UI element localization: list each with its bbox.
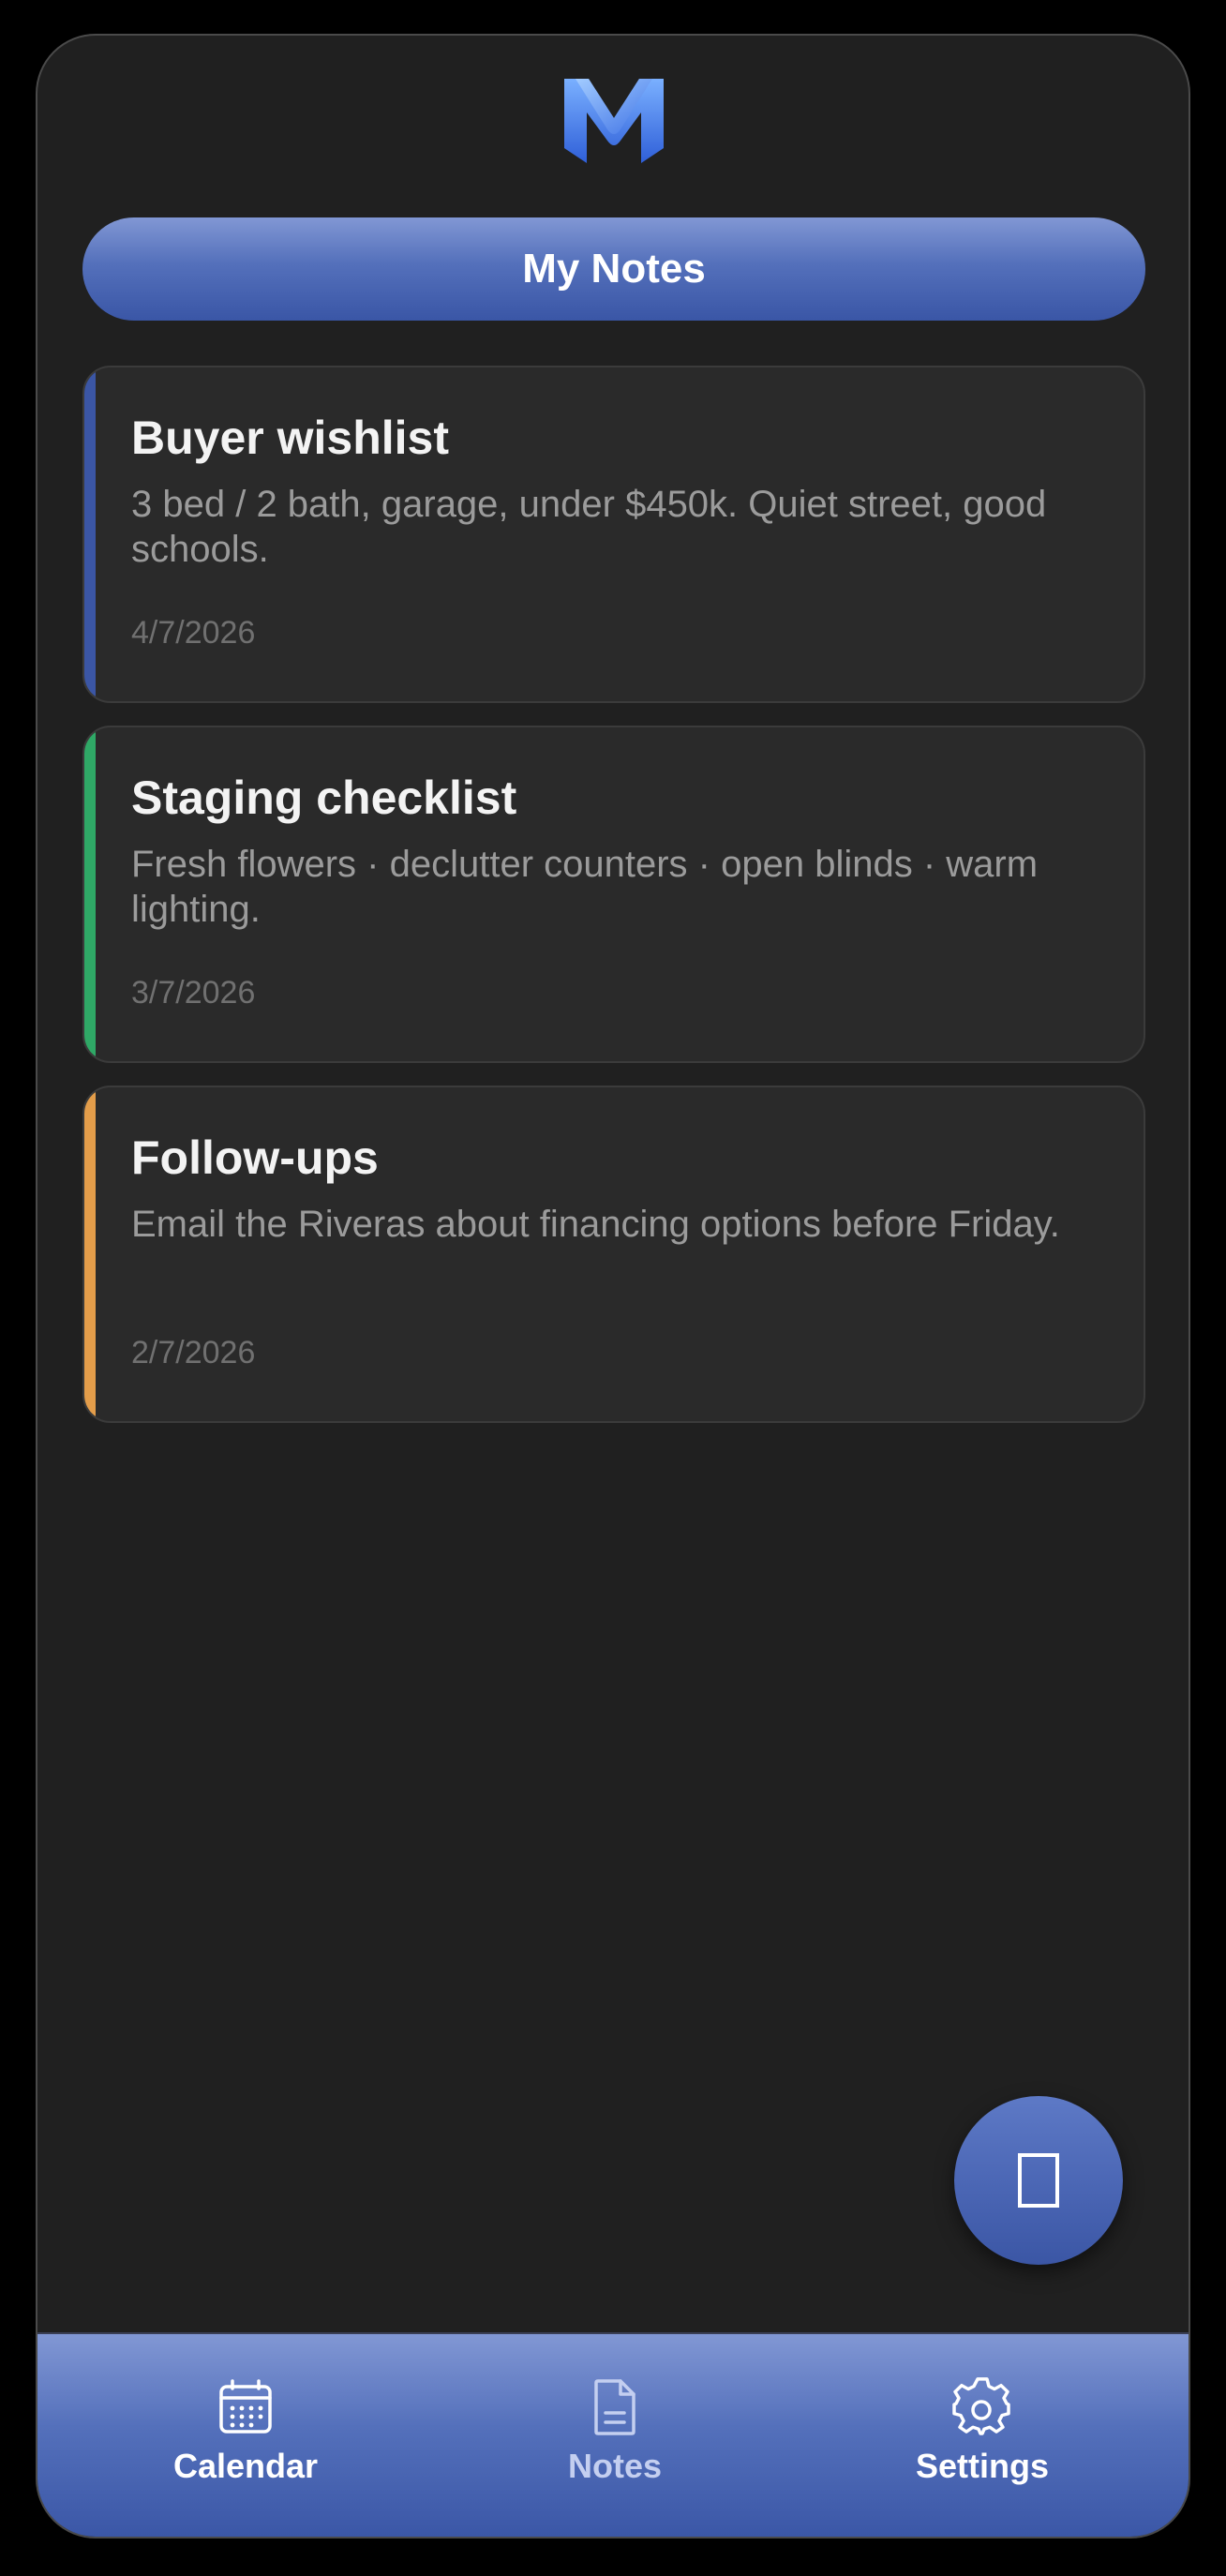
- note-preview: Email the Riveras about financing option…: [131, 1204, 1060, 1245]
- nav-item-notes[interactable]: Notes: [474, 2377, 755, 2486]
- note-preview: Fresh flowers · declutter counters · ope…: [131, 844, 1039, 930]
- nav-item-calendar[interactable]: Calendar: [105, 2377, 386, 2486]
- m-logo-icon: [564, 79, 664, 163]
- note-accent-bar: [84, 367, 96, 701]
- note-date: 4/7/2026: [131, 615, 256, 651]
- note-date: 2/7/2026: [131, 1335, 256, 1370]
- document-icon: [594, 2379, 635, 2435]
- note-title: Buyer wishlist: [131, 412, 449, 464]
- app-screen: My Notes Buyer wishlist 3 bed / 2 bath, …: [36, 34, 1190, 2539]
- note-date: 3/7/2026: [131, 975, 256, 1011]
- note-accent-bar: [84, 1087, 96, 1421]
- nav-label-calendar: Calendar: [172, 2447, 319, 2485]
- nav-item-settings[interactable]: Settings: [842, 2377, 1123, 2486]
- notes-list: Buyer wishlist 3 bed / 2 bath, garage, u…: [82, 366, 1145, 1445]
- new-note-icon: [1018, 2153, 1059, 2208]
- gear-icon: [952, 2377, 1010, 2435]
- bottom-nav: Calendar Notes Settings: [37, 2332, 1189, 2537]
- note-card[interactable]: Staging checklist Fresh flowers · declut…: [82, 726, 1145, 1063]
- nav-label-notes: Notes: [567, 2447, 663, 2485]
- note-card[interactable]: Follow-ups Email the Riveras about finan…: [82, 1086, 1145, 1423]
- note-preview: 3 bed / 2 bath, garage, under $450k. Qui…: [131, 484, 1047, 570]
- note-accent-bar: [84, 727, 96, 1061]
- note-title: Follow-ups: [131, 1131, 379, 1184]
- calendar-icon: [219, 2379, 272, 2434]
- add-note-button[interactable]: [954, 2096, 1123, 2265]
- page-title: My Notes: [82, 217, 1145, 321]
- note-card[interactable]: Buyer wishlist 3 bed / 2 bath, garage, u…: [82, 366, 1145, 703]
- note-title: Staging checklist: [131, 771, 517, 824]
- nav-label-settings: Settings: [915, 2447, 1049, 2485]
